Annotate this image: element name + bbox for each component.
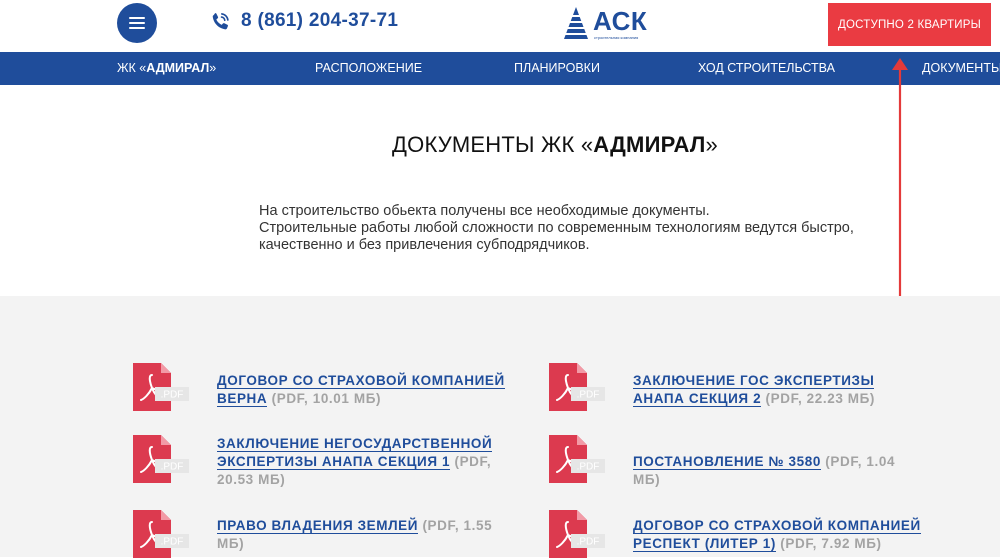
company-logo[interactable]: АСК строительная компания xyxy=(561,6,651,42)
pdf-badge: .PDF xyxy=(161,537,184,548)
logo-tagline: строительная компания xyxy=(594,35,639,40)
pdf-badge: .PDF xyxy=(577,390,600,401)
pdf-document-icon: .PDF xyxy=(133,435,189,483)
pdf-badge: .PDF xyxy=(161,462,184,473)
phone-number-link[interactable]: 8 (861) 204-37-71 xyxy=(241,10,398,32)
nav-item-documents[interactable]: ДОКУМЕНТЫ xyxy=(922,52,1000,85)
logo-name: АСК xyxy=(593,6,648,36)
document-title: Право владения землей xyxy=(217,518,419,534)
document-meta: (PDF, 10.01 МБ) xyxy=(267,391,382,406)
pdf-badge: .PDF xyxy=(577,537,600,548)
pdf-document-icon: .PDF xyxy=(133,363,189,411)
phone-icon xyxy=(212,13,229,30)
document-meta: (PDF, 7.92 МБ) xyxy=(775,536,882,551)
hamburger-icon xyxy=(129,17,145,19)
documents-section: .PDF Договор со страховой компанией Верн… xyxy=(0,296,1000,558)
pdf-badge: .PDF xyxy=(161,390,184,401)
site-header: 8 (861) 204-37-71 АСК строительная компа… xyxy=(0,0,1000,52)
nav-item-layouts[interactable]: ПЛАНИРОВКИ xyxy=(514,52,600,85)
intro-line: качественно и без привлечения субподрядч… xyxy=(259,237,590,253)
red-arrow-annotation xyxy=(892,58,908,296)
intro-line: На строительство обьекта получены все не… xyxy=(259,203,710,219)
available-apartments-button[interactable]: ДОСТУПНО 2 КВАРТИРЫ xyxy=(828,3,991,46)
intro-line: Строительные работы любой сложности по с… xyxy=(259,220,854,236)
pdf-document-icon: .PDF xyxy=(549,435,605,483)
pdf-badge: .PDF xyxy=(577,462,600,473)
document-title: Постановление № 3580 xyxy=(633,454,821,470)
nav-item-admiral[interactable]: ЖК «АДМИРАЛ» xyxy=(117,52,216,85)
logo-mark-icon xyxy=(561,7,591,39)
menu-button[interactable] xyxy=(117,3,157,43)
nav-item-construction-progress[interactable]: ХОД СТРОИТЕЛЬСТВА xyxy=(698,52,835,85)
main-nav: ЖК «АДМИРАЛ» РАСПОЛОЖЕНИЕ ПЛАНИРОВКИ ХОД… xyxy=(0,52,1000,85)
pdf-document-icon: .PDF xyxy=(549,510,605,558)
intro-text: На строительство обьекта получены все не… xyxy=(259,203,854,254)
page-title: ДОКУМЕНТЫ ЖК «АДМИРАЛ» xyxy=(392,132,718,157)
document-meta: (PDF, 22.23 МБ) xyxy=(761,391,876,406)
nav-item-location[interactable]: РАСПОЛОЖЕНИЕ xyxy=(315,52,422,85)
pdf-document-icon: .PDF xyxy=(133,510,189,558)
pdf-document-icon: .PDF xyxy=(549,363,605,411)
